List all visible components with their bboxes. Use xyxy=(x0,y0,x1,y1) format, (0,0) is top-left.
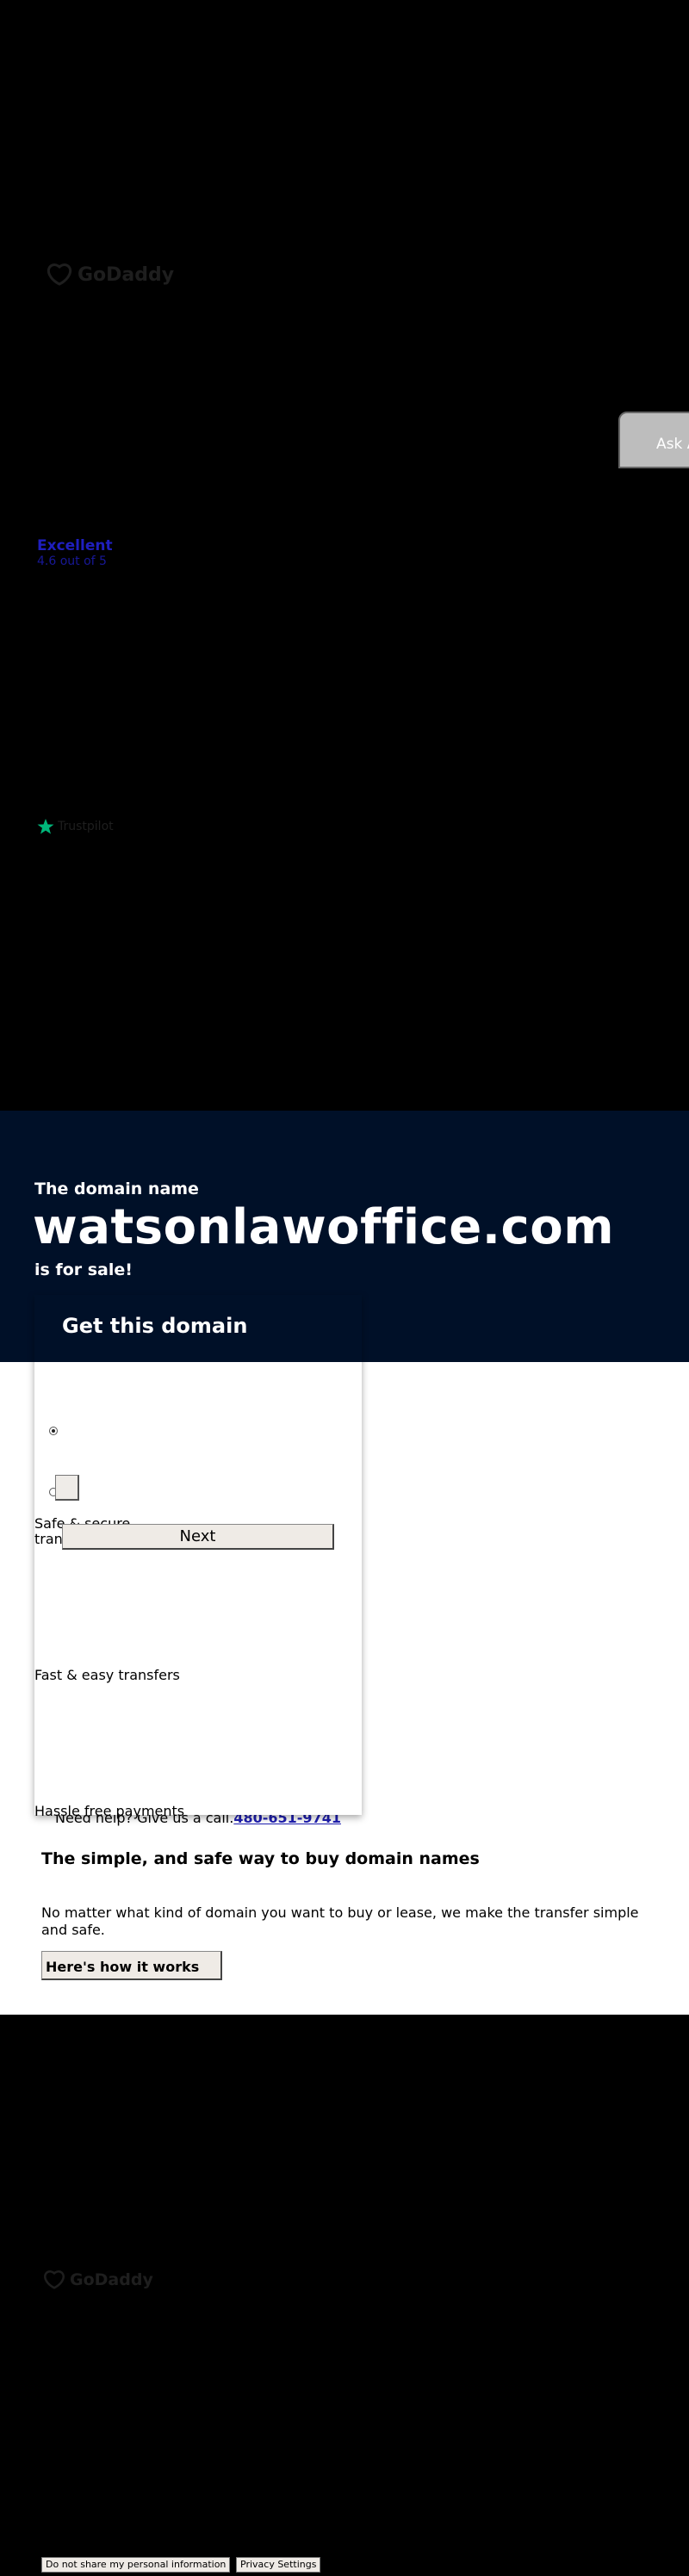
rating-label: Excellent xyxy=(37,537,113,554)
godaddy-logo-icon xyxy=(47,263,72,286)
hero-post-text: is for sale! xyxy=(34,1260,133,1279)
purchase-card: Get this domain Safe & secure transactio… xyxy=(34,1295,362,1819)
domain-name: watsonlawoffice.com xyxy=(33,1199,615,1255)
privacy-optout-button[interactable]: Do not share my personal information xyxy=(41,2557,231,2573)
footer-godaddy-logo[interactable]: GoDaddy xyxy=(43,2270,153,2289)
option-radio-selected[interactable] xyxy=(49,1427,58,1435)
info-title: The simple, and safe way to buy domain n… xyxy=(41,1849,480,1868)
trustpilot-label: Trustpilot xyxy=(58,820,114,833)
option-button[interactable] xyxy=(55,1475,79,1501)
feature-payments: Hassle free payments xyxy=(34,1803,185,1819)
trustpilot-star-icon xyxy=(37,819,54,834)
hero-pre-text: The domain name xyxy=(34,1180,199,1198)
next-button[interactable]: Next xyxy=(62,1524,334,1550)
rating-score: 4.6 out of 5 xyxy=(37,554,107,568)
info-body: No matter what kind of domain you want t… xyxy=(41,1904,639,1938)
godaddy-logo[interactable]: GoDaddy xyxy=(47,263,174,286)
ask-button[interactable]: Ask A xyxy=(618,412,689,468)
footer-logo-icon xyxy=(44,2270,65,2289)
privacy-settings-button[interactable]: Privacy Settings xyxy=(236,2557,321,2573)
trustpilot-widget[interactable]: Trustpilot xyxy=(37,818,114,835)
card-title: Get this domain xyxy=(34,1295,362,1362)
feature-fast: Fast & easy transfers xyxy=(34,1667,180,1683)
how-it-works-button[interactable]: Here's how it works xyxy=(41,1951,222,1980)
logo-text: GoDaddy xyxy=(78,263,175,286)
footer-logo-text: GoDaddy xyxy=(70,2270,153,2289)
